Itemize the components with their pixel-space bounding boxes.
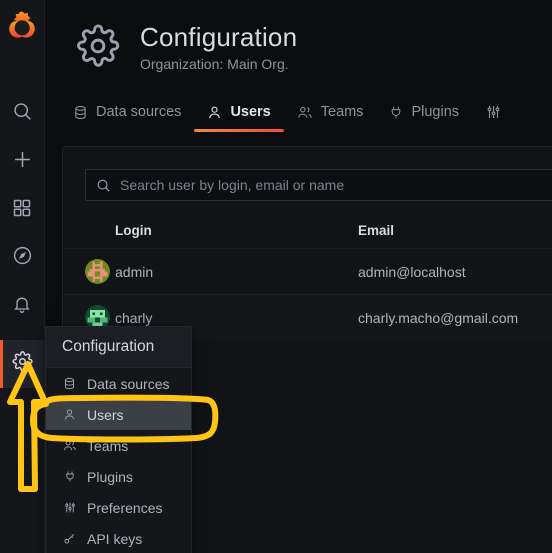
- tab-data-sources[interactable]: Data sources: [73, 93, 181, 131]
- users-table: Login Email admin admin@localhost charly…: [63, 215, 552, 340]
- tab-teams[interactable]: Teams: [297, 93, 364, 131]
- sidebar-item-dashboards[interactable]: [0, 186, 45, 234]
- menu-item-label: Data sources: [87, 375, 170, 392]
- menu-item-label: API keys: [87, 530, 143, 547]
- key-icon: [62, 532, 77, 545]
- grafana-logo[interactable]: [0, 0, 45, 48]
- user-icon: [62, 408, 77, 421]
- configuration-dropdown-menu: Configuration Data sources Users Teams P…: [45, 326, 192, 553]
- menu-item-preferences[interactable]: Preferences: [46, 492, 191, 523]
- users-icon: [62, 439, 77, 452]
- sidebar-item-explore[interactable]: [0, 234, 45, 282]
- cell-email: charly.macho@gmail.com: [358, 294, 552, 340]
- column-header-email: Email: [358, 223, 395, 238]
- plug-icon: [389, 105, 403, 120]
- menu-item-label: Teams: [87, 437, 129, 454]
- sidebar-nav: [0, 0, 45, 553]
- users-icon: [297, 105, 313, 120]
- menu-item-api-keys[interactable]: API keys: [46, 523, 191, 553]
- compass-icon: [12, 245, 33, 271]
- gear-icon: [76, 24, 120, 73]
- apps-grid-icon: [12, 198, 32, 223]
- plug-icon: [62, 470, 77, 483]
- user-icon: [207, 105, 222, 120]
- database-icon: [62, 377, 77, 390]
- tab-users[interactable]: Users: [207, 93, 271, 131]
- tab-label: Users: [230, 104, 271, 120]
- tab-label: Plugins: [411, 104, 460, 120]
- menu-item-label: Plugins: [87, 468, 133, 485]
- avatar: [85, 259, 110, 284]
- tab-preferences[interactable]: [485, 93, 510, 131]
- bell-icon: [12, 294, 32, 319]
- sidebar-item-search[interactable]: [0, 90, 45, 138]
- gear-icon: [12, 351, 33, 377]
- sliders-icon: [62, 501, 77, 514]
- tab-plugins[interactable]: Plugins: [389, 93, 459, 131]
- menu-item-label: Users: [87, 406, 124, 423]
- menu-item-plugins[interactable]: Plugins: [46, 461, 191, 492]
- menu-item-teams[interactable]: Teams: [46, 430, 191, 461]
- search-icon: [12, 101, 33, 127]
- search-input[interactable]: [120, 170, 552, 200]
- cell-email: admin@localhost: [358, 248, 552, 295]
- tab-bar: Data sources Users Teams Plugins: [45, 93, 552, 131]
- table-header-row: Login Email: [63, 215, 552, 249]
- search-row: [63, 147, 552, 201]
- menu-item-users[interactable]: Users: [46, 399, 191, 430]
- database-icon: [73, 105, 88, 120]
- sidebar-item-configuration[interactable]: [0, 340, 45, 388]
- plus-icon: [12, 149, 33, 175]
- column-header-avatar: [63, 215, 115, 249]
- menu-item-data-sources[interactable]: Data sources: [46, 368, 191, 399]
- column-header-login: Login: [115, 223, 152, 238]
- table-row[interactable]: admin admin@localhost: [63, 248, 552, 295]
- page-subtitle: Organization: Main Org.: [140, 56, 289, 72]
- sidebar-item-alerting[interactable]: [0, 282, 45, 330]
- dropdown-title: Configuration: [46, 327, 191, 368]
- search-icon: [96, 178, 111, 193]
- tab-label: Data sources: [96, 104, 182, 120]
- sidebar-item-create[interactable]: [0, 138, 45, 186]
- menu-item-label: Preferences: [87, 499, 163, 516]
- page-title: Configuration: [140, 22, 298, 52]
- page-header: Configuration Organization: Main Org.: [45, 0, 552, 73]
- avatar-cell: [63, 248, 115, 295]
- cell-login: admin: [115, 248, 358, 295]
- tab-label: Teams: [320, 104, 364, 120]
- search-box[interactable]: [85, 169, 552, 201]
- sliders-icon: [485, 104, 502, 120]
